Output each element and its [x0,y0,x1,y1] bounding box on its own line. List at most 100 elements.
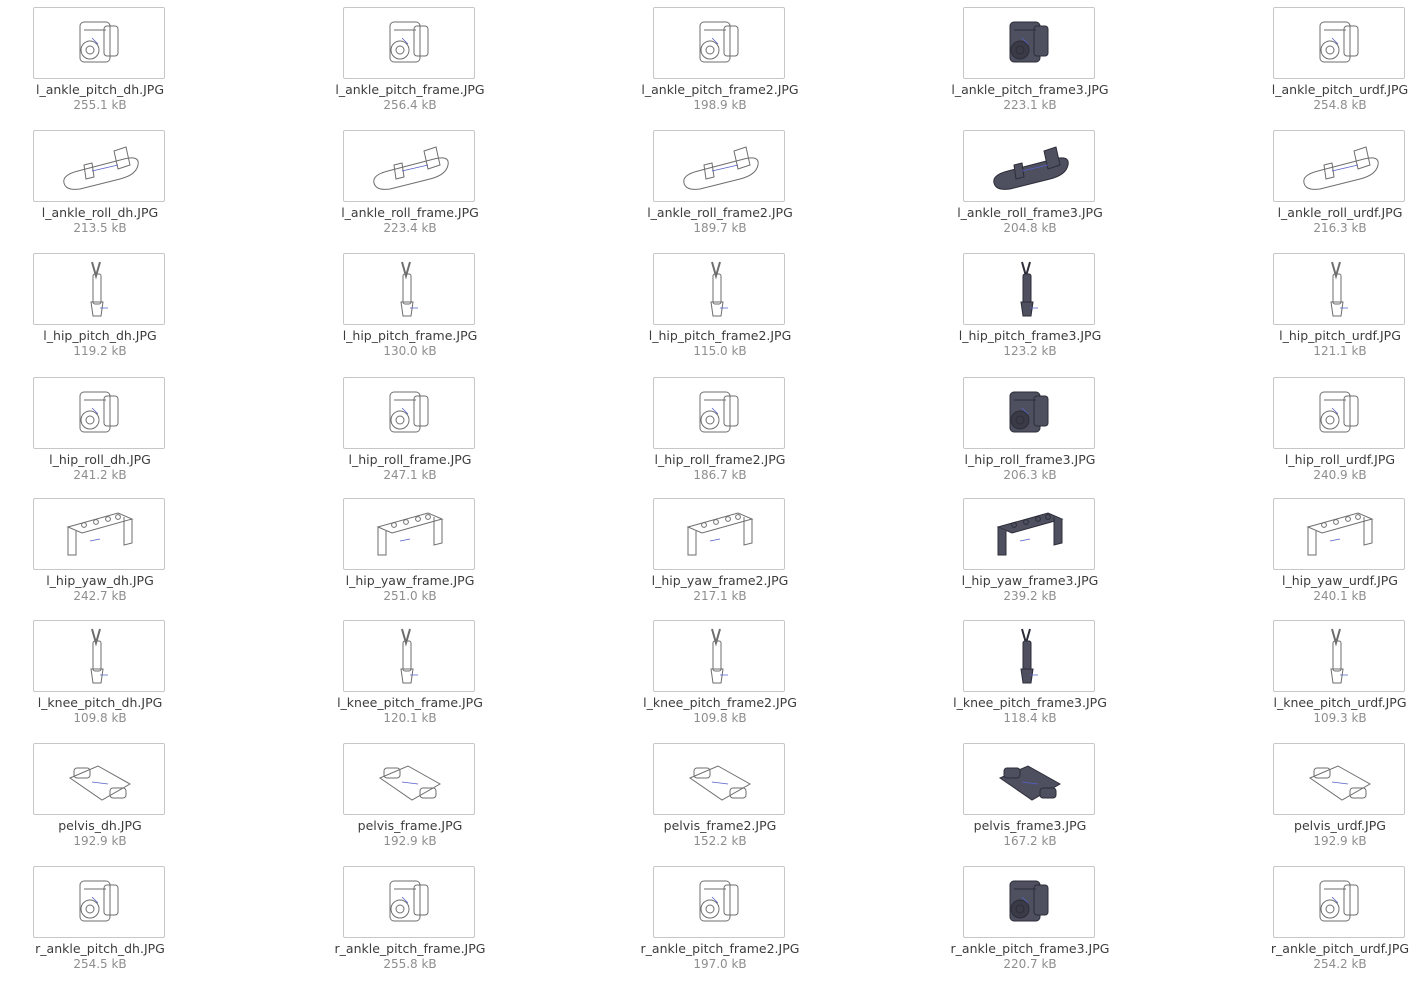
bracket-icon[interactable] [653,498,785,570]
actuator-icon[interactable] [653,866,785,938]
file-size: 247.1 kB [383,468,437,482]
foot-plate-icon[interactable] [33,130,165,202]
file-item[interactable]: l_hip_yaw_frame.JPG 251.0 kB [310,498,510,616]
file-size: 213.5 kB [73,221,127,235]
actuator-icon[interactable] [963,866,1095,938]
file-item[interactable]: l_hip_pitch_urdf.JPG 121.1 kB [1240,253,1428,371]
pelvis-plate-icon[interactable] [963,743,1095,815]
actuator-icon[interactable] [343,377,475,449]
foot-plate-icon[interactable] [343,130,475,202]
file-item[interactable]: r_ankle_pitch_frame3.JPG 220.7 kB [930,866,1130,984]
file-size: 240.1 kB [1313,589,1367,603]
file-size: 255.8 kB [383,957,437,971]
file-item[interactable]: r_ankle_pitch_frame2.JPG 197.0 kB [620,866,820,984]
file-item[interactable]: r_ankle_pitch_dh.JPG 254.5 kB [0,866,200,984]
actuator-icon[interactable] [653,377,785,449]
foot-plate-icon[interactable] [963,130,1095,202]
actuator-icon[interactable] [33,7,165,79]
file-item[interactable]: l_ankle_roll_dh.JPG 213.5 kB [0,130,200,248]
leg-link-icon[interactable] [963,253,1095,325]
file-name: l_ankle_pitch_frame2.JPG [641,82,799,97]
file-name: l_hip_roll_frame3.JPG [964,452,1096,467]
file-item[interactable]: l_hip_yaw_frame2.JPG 217.1 kB [620,498,820,616]
pelvis-plate-icon[interactable] [653,743,785,815]
file-item[interactable]: r_ankle_pitch_frame.JPG 255.8 kB [310,866,510,984]
file-name: l_ankle_roll_frame2.JPG [647,205,793,220]
file-size: 216.3 kB [1313,221,1367,235]
file-item[interactable]: l_ankle_roll_frame2.JPG 189.7 kB [620,130,820,248]
file-size: 251.0 kB [383,589,437,603]
file-item[interactable]: pelvis_frame2.JPG 152.2 kB [620,743,820,861]
file-size: 109.3 kB [1313,711,1367,725]
actuator-icon[interactable] [1273,377,1405,449]
file-item[interactable]: l_hip_pitch_frame3.JPG 123.2 kB [930,253,1130,371]
actuator-icon[interactable] [963,377,1095,449]
file-size: 255.1 kB [73,98,127,112]
file-item[interactable]: l_hip_roll_frame3.JPG 206.3 kB [930,377,1130,495]
file-item[interactable]: pelvis_dh.JPG 192.9 kB [0,743,200,861]
pelvis-plate-icon[interactable] [1273,743,1405,815]
actuator-icon[interactable] [343,7,475,79]
file-name: l_hip_pitch_dh.JPG [43,328,157,343]
file-item[interactable]: l_ankle_pitch_frame3.JPG 223.1 kB [930,7,1130,125]
file-item[interactable]: l_hip_pitch_frame2.JPG 115.0 kB [620,253,820,371]
file-item[interactable]: l_ankle_pitch_urdf.JPG 254.8 kB [1240,7,1428,125]
file-item[interactable]: l_hip_yaw_dh.JPG 242.7 kB [0,498,200,616]
file-item[interactable]: l_ankle_pitch_dh.JPG 255.1 kB [0,7,200,125]
file-name: l_knee_pitch_frame2.JPG [643,695,797,710]
leg-link-icon[interactable] [33,253,165,325]
leg-link-icon[interactable] [343,253,475,325]
actuator-icon[interactable] [33,377,165,449]
file-item[interactable]: pelvis_frame.JPG 192.9 kB [310,743,510,861]
file-name: l_hip_roll_frame.JPG [348,452,472,467]
file-item[interactable]: l_hip_pitch_dh.JPG 119.2 kB [0,253,200,371]
file-item[interactable]: l_ankle_pitch_frame.JPG 256.4 kB [310,7,510,125]
file-name: pelvis_frame2.JPG [663,818,777,833]
actuator-icon[interactable] [1273,866,1405,938]
file-size: 197.0 kB [693,957,747,971]
actuator-icon[interactable] [653,7,785,79]
leg-link-icon[interactable] [653,253,785,325]
file-name: l_hip_pitch_frame3.JPG [958,328,1102,343]
bracket-icon[interactable] [963,498,1095,570]
file-item[interactable]: l_hip_yaw_frame3.JPG 239.2 kB [930,498,1130,616]
file-item[interactable]: l_ankle_roll_frame3.JPG 204.8 kB [930,130,1130,248]
bracket-icon[interactable] [33,498,165,570]
file-size: 119.2 kB [73,344,127,358]
file-item[interactable]: l_ankle_roll_frame.JPG 223.4 kB [310,130,510,248]
pelvis-plate-icon[interactable] [343,743,475,815]
pelvis-plate-icon[interactable] [33,743,165,815]
file-size: 241.2 kB [73,468,127,482]
file-item[interactable]: pelvis_urdf.JPG 192.9 kB [1240,743,1428,861]
leg-link-icon[interactable] [1273,620,1405,692]
file-item[interactable]: l_hip_yaw_urdf.JPG 240.1 kB [1240,498,1428,616]
file-item[interactable]: l_knee_pitch_urdf.JPG 109.3 kB [1240,620,1428,738]
file-item[interactable]: l_knee_pitch_dh.JPG 109.8 kB [0,620,200,738]
actuator-icon[interactable] [963,7,1095,79]
file-item[interactable]: l_hip_roll_urdf.JPG 240.9 kB [1240,377,1428,495]
file-item[interactable]: r_ankle_pitch_urdf.JPG 254.2 kB [1240,866,1428,984]
leg-link-icon[interactable] [653,620,785,692]
file-item[interactable]: l_knee_pitch_frame3.JPG 118.4 kB [930,620,1130,738]
file-item[interactable]: l_knee_pitch_frame2.JPG 109.8 kB [620,620,820,738]
bracket-icon[interactable] [1273,498,1405,570]
actuator-icon[interactable] [343,866,475,938]
file-item[interactable]: l_hip_roll_dh.JPG 241.2 kB [0,377,200,495]
file-item[interactable]: l_ankle_pitch_frame2.JPG 198.9 kB [620,7,820,125]
leg-link-icon[interactable] [343,620,475,692]
actuator-icon[interactable] [33,866,165,938]
foot-plate-icon[interactable] [1273,130,1405,202]
file-name: l_hip_roll_dh.JPG [49,452,151,467]
bracket-icon[interactable] [343,498,475,570]
leg-link-icon[interactable] [963,620,1095,692]
leg-link-icon[interactable] [1273,253,1405,325]
file-item[interactable]: l_ankle_roll_urdf.JPG 216.3 kB [1240,130,1428,248]
file-item[interactable]: l_hip_roll_frame2.JPG 186.7 kB [620,377,820,495]
actuator-icon[interactable] [1273,7,1405,79]
leg-link-icon[interactable] [33,620,165,692]
file-item[interactable]: pelvis_frame3.JPG 167.2 kB [930,743,1130,861]
foot-plate-icon[interactable] [653,130,785,202]
file-item[interactable]: l_hip_roll_frame.JPG 247.1 kB [310,377,510,495]
file-item[interactable]: l_hip_pitch_frame.JPG 130.0 kB [310,253,510,371]
file-item[interactable]: l_knee_pitch_frame.JPG 120.1 kB [310,620,510,738]
